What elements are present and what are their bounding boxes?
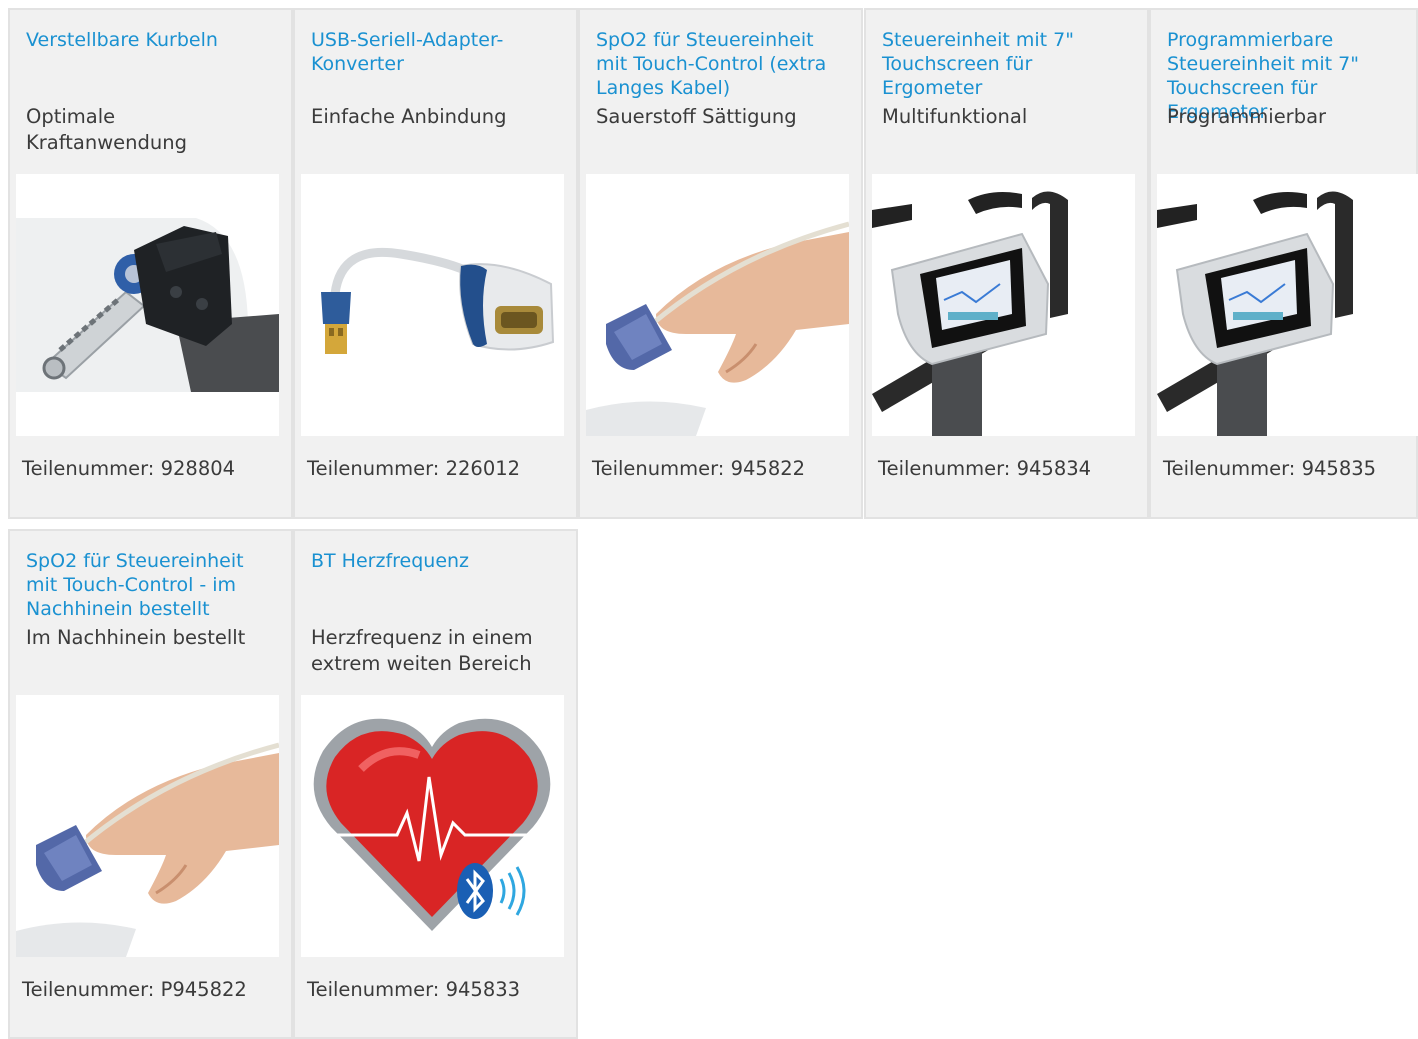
part-number-label: Teilenummer: [307, 978, 440, 1001]
finger-sensor-icon [16, 695, 279, 957]
product-title-link[interactable]: SpO2 für Steuereinheit mit Touch-Control… [26, 549, 261, 621]
product-subtitle: Im Nachhinein bestellt [26, 626, 246, 649]
part-number-label: Teilenummer: [592, 457, 725, 480]
part-number: Teilenummer: 945833 [307, 977, 520, 1003]
product-image[interactable] [1157, 174, 1418, 436]
product-subtitle: Multifunktional [882, 105, 1028, 128]
product-title-link[interactable]: SpO2 für Steuereinheit mit Touch-Control… [596, 28, 831, 100]
product-card[interactable]: USB-Seriell-Adapter-Konverter Einfache A… [293, 8, 578, 519]
part-number-label: Teilenummer: [22, 978, 155, 1001]
part-number: Teilenummer: 226012 [307, 456, 520, 482]
part-number-value: 945834 [1016, 457, 1092, 480]
product-card[interactable]: SpO2 für Steuereinheit mit Touch-Control… [578, 8, 863, 519]
part-number-label: Teilenummer: [1163, 457, 1296, 480]
product-card[interactable]: SpO2 für Steuereinheit mit Touch-Control… [8, 529, 293, 1039]
part-number: Teilenummer: 945834 [878, 456, 1091, 482]
finger-sensor-icon [586, 174, 849, 436]
touchscreen-console-icon [872, 174, 1135, 436]
part-number: Teilenummer: 945835 [1163, 456, 1376, 482]
product-subtitle: Programmierbar [1167, 105, 1327, 128]
part-number: Teilenummer: 928804 [22, 456, 235, 482]
usb-serial-adapter-icon [301, 174, 564, 436]
product-image[interactable] [301, 695, 564, 957]
product-title-link[interactable]: Steuereinheit mit 7" Touchscreen für Erg… [882, 28, 1117, 100]
product-subtitle: Optimale Kraftanwendung [26, 105, 188, 154]
part-number-label: Teilenummer: [22, 457, 155, 480]
product-subtitle: Einfache Anbindung [311, 105, 507, 128]
part-number: Teilenummer: 945822 [592, 456, 805, 482]
part-number-value: 945835 [1301, 457, 1377, 480]
product-title-link[interactable]: Verstellbare Kurbeln [26, 28, 261, 52]
product-subtitle: Sauerstoff Sättigung [596, 105, 797, 128]
part-number-value: 945822 [730, 457, 806, 480]
touchscreen-console-icon [1157, 174, 1418, 436]
part-number-value: 928804 [160, 457, 236, 480]
bluetooth-heart-icon [301, 695, 564, 957]
part-number: Teilenummer: P945822 [22, 977, 247, 1003]
product-image[interactable] [301, 174, 564, 436]
product-title-link[interactable]: BT Herzfrequenz [311, 549, 546, 573]
part-number-label: Teilenummer: [878, 457, 1011, 480]
product-card[interactable]: Programmierbare Steuereinheit mit 7" Tou… [1149, 8, 1418, 519]
product-subtitle: Herzfrequenz in einem extrem weiten Bere… [311, 626, 533, 675]
product-card[interactable]: Verstellbare Kurbeln Optimale Kraftanwen… [8, 8, 293, 519]
product-image[interactable] [872, 174, 1135, 436]
product-card[interactable]: Steuereinheit mit 7" Touchscreen für Erg… [864, 8, 1149, 519]
part-number-value: P945822 [160, 978, 247, 1001]
crank-pedal-icon [16, 174, 279, 436]
product-image[interactable] [586, 174, 849, 436]
product-card[interactable]: BT Herzfrequenz Herzfrequenz in einem ex… [293, 529, 578, 1039]
part-number-value: 226012 [445, 457, 521, 480]
product-image[interactable] [16, 174, 279, 436]
part-number-label: Teilenummer: [307, 457, 440, 480]
product-title-link[interactable]: USB-Seriell-Adapter-Konverter [311, 28, 546, 76]
product-image[interactable] [16, 695, 279, 957]
part-number-value: 945833 [445, 978, 521, 1001]
